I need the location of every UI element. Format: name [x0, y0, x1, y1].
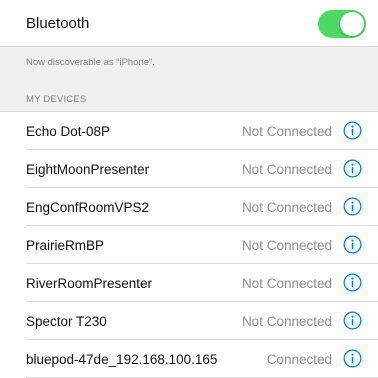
device-row-prairiermbp[interactable]: PrairieRmBP Not Connected [0, 226, 378, 264]
device-status: Connected [266, 351, 332, 367]
device-status: Not Connected [241, 313, 332, 329]
device-status: Not Connected [241, 199, 332, 215]
bluetooth-settings-screen: Bluetooth Now discoverable as “iPhone”. … [0, 0, 378, 378]
info-icon[interactable] [343, 273, 362, 292]
my-devices-header: MY DEVICES [26, 94, 87, 105]
device-name: EightMoonPresenter [26, 161, 150, 177]
discoverable-notice: Now discoverable as “iPhone”. [26, 57, 155, 68]
device-row-bluepod[interactable]: bluepod-47de_192.168.100.165 Connected [0, 340, 378, 378]
toggle-knob [340, 12, 364, 36]
device-list: Echo Dot-08P Not Connected EightMoonPres… [0, 111, 378, 378]
device-name: PrairieRmBP [26, 237, 105, 253]
device-status: Not Connected [241, 275, 332, 291]
device-name: Spector T230 [26, 313, 107, 329]
device-row-riverroompresenter[interactable]: RiverRoomPresenter Not Connected [0, 264, 378, 302]
device-status: Not Connected [241, 123, 332, 139]
device-row-spector-t230[interactable]: Spector T230 Not Connected [0, 302, 378, 340]
bluetooth-label: Bluetooth [26, 14, 90, 32]
device-name: RiverRoomPresenter [26, 275, 153, 291]
info-icon[interactable] [343, 235, 362, 254]
info-icon[interactable] [343, 121, 362, 140]
device-status: Not Connected [241, 237, 332, 253]
device-row-eightmoonpresenter[interactable]: EightMoonPresenter Not Connected [0, 150, 378, 188]
device-row-echo-dot-08p[interactable]: Echo Dot-08P Not Connected [0, 112, 378, 150]
info-icon[interactable] [343, 349, 362, 368]
device-name: Echo Dot-08P [26, 123, 111, 139]
bluetooth-toggle-switch[interactable] [318, 10, 366, 38]
info-icon[interactable] [343, 197, 362, 216]
device-name: EngConfRoomVPS2 [26, 199, 150, 215]
device-status: Not Connected [241, 161, 332, 177]
info-icon[interactable] [343, 311, 362, 330]
device-row-engconfroomvps2[interactable]: EngConfRoomVPS2 Not Connected [0, 188, 378, 226]
info-icon[interactable] [343, 159, 362, 178]
bluetooth-toggle-row: Bluetooth [0, 0, 378, 47]
device-name: bluepod-47de_192.168.100.165 [26, 351, 218, 367]
